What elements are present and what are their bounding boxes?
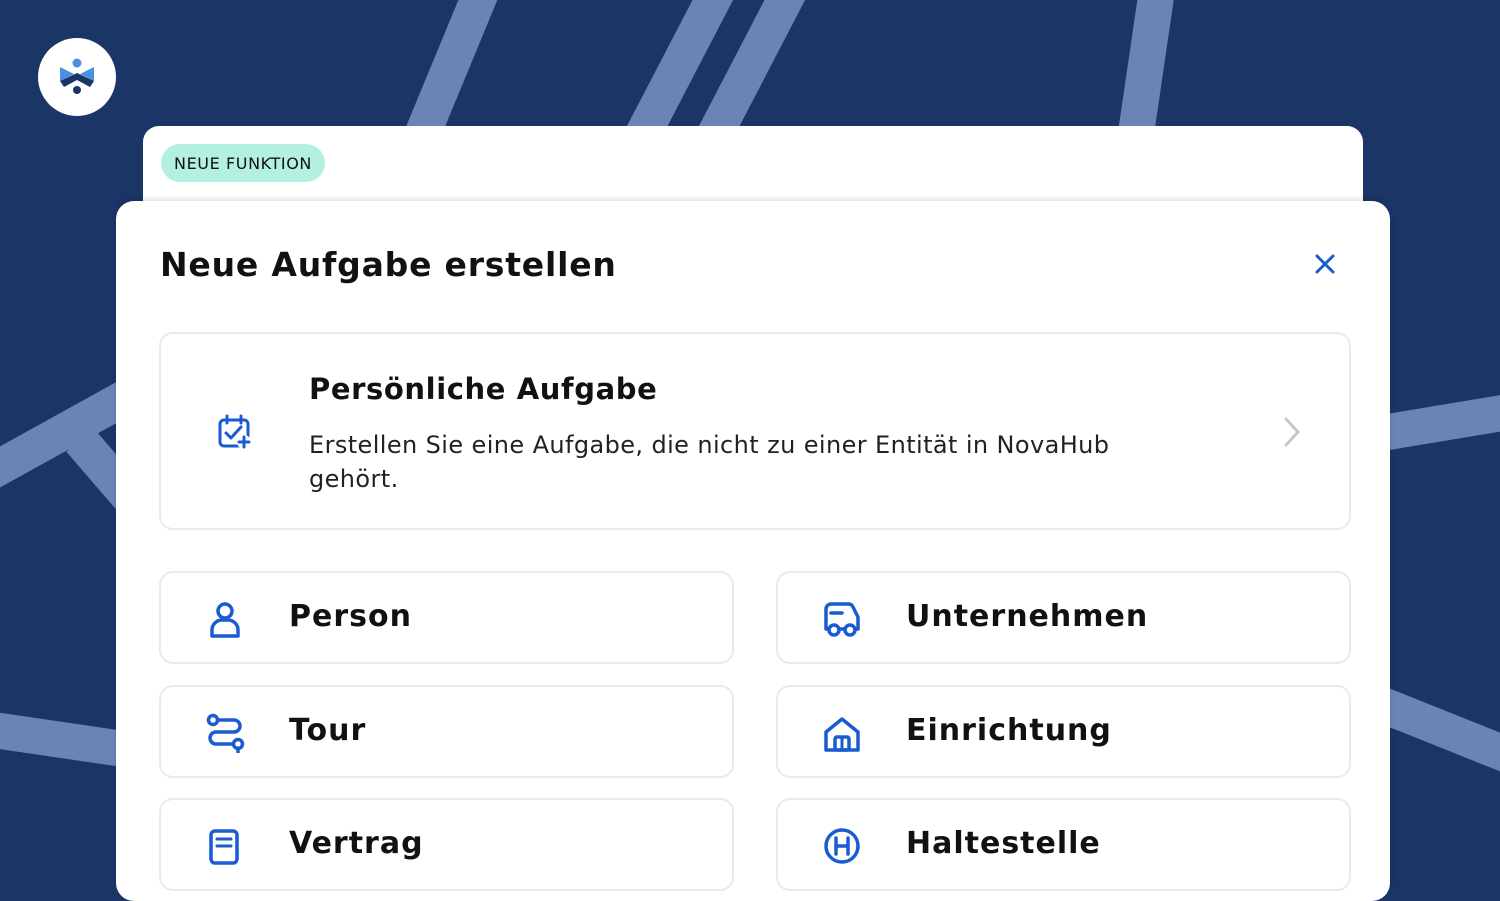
personal-task-option[interactable]: Persönliche Aufgabe Erstellen Sie eine A… (159, 332, 1351, 530)
create-task-modal: Neue Aufgabe erstellen Persönliche Aufga… (116, 201, 1390, 901)
option-person[interactable]: Person (159, 571, 734, 664)
vehicle-icon (824, 602, 860, 637)
close-button[interactable] (1312, 251, 1338, 277)
close-icon (1315, 254, 1335, 274)
option-company[interactable]: Unternehmen (776, 571, 1351, 664)
app-logo[interactable] (38, 38, 116, 116)
building-icon (824, 717, 860, 752)
route-icon (206, 713, 245, 753)
person-icon (210, 602, 240, 638)
option-label: Einrichtung (906, 713, 1112, 748)
option-stop[interactable]: Haltestelle (776, 798, 1351, 891)
option-label: Haltestelle (906, 826, 1101, 861)
option-label: Person (289, 599, 412, 634)
modal-title: Neue Aufgabe erstellen (160, 245, 617, 284)
logo-icon (60, 58, 94, 94)
option-label: Tour (289, 713, 367, 748)
new-feature-badge: NEUE FUNKTION (161, 144, 325, 182)
bus-stop-icon (824, 828, 860, 864)
option-label: Unternehmen (906, 599, 1149, 634)
option-contract[interactable]: Vertrag (159, 798, 734, 891)
document-icon (209, 829, 239, 865)
chevron-right-icon (1284, 417, 1300, 447)
personal-task-description: Erstellen Sie eine Aufgabe, die nicht zu… (309, 431, 1110, 493)
personal-task-title: Persönliche Aufgabe (309, 372, 658, 406)
option-label: Vertrag (289, 826, 424, 861)
option-tour[interactable]: Tour (159, 685, 734, 778)
calendar-check-plus-icon (218, 414, 251, 449)
option-facility[interactable]: Einrichtung (776, 685, 1351, 778)
